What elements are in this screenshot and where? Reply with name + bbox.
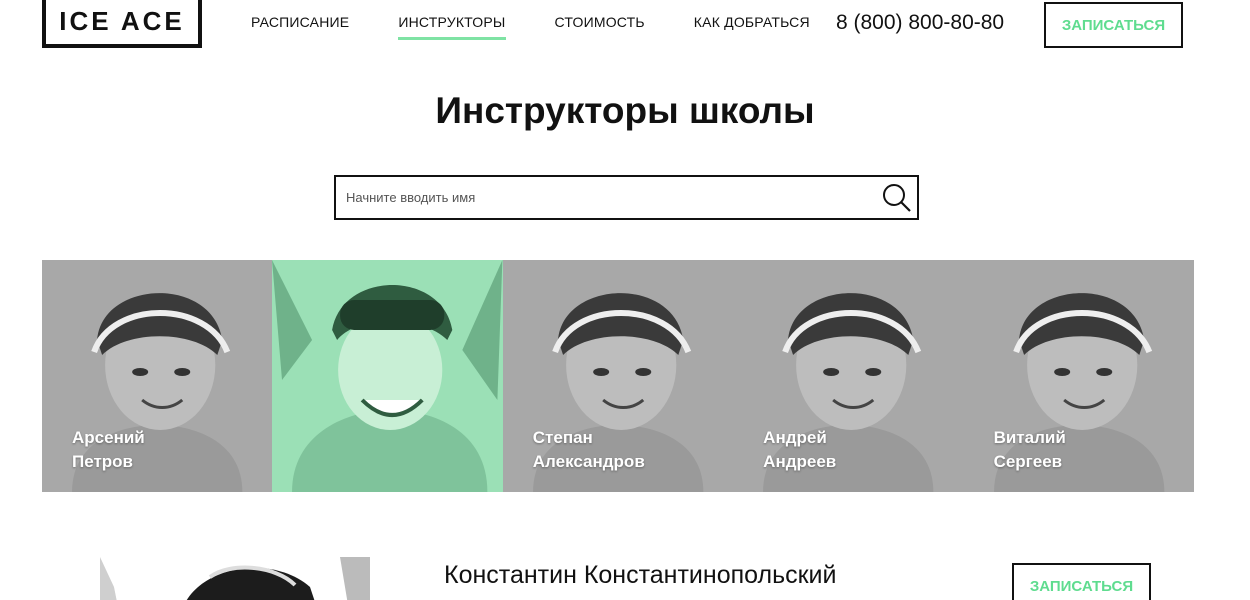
phone-number[interactable]: 8 (800) 800-80-80	[836, 11, 1004, 35]
instructor-first-name: Арсений	[72, 428, 145, 447]
nav-item-prices[interactable]: Стоимость	[555, 14, 645, 40]
detail-signup-button[interactable]: Записаться	[1012, 563, 1151, 600]
search-icon[interactable]	[881, 182, 913, 214]
search-input[interactable]	[346, 177, 866, 218]
instructor-name: Степан Александров	[533, 426, 645, 474]
instructor-card[interactable]: Виталий Сергеев	[963, 260, 1194, 492]
logo[interactable]: ICE ACE	[42, 0, 202, 48]
instructor-name: Виталий Сергеев	[994, 426, 1066, 474]
nav-item-schedule[interactable]: Расписание	[251, 14, 349, 40]
instructor-card[interactable]: Степан Александров	[502, 260, 734, 492]
instructor-card[interactable]: Арсений Петров	[42, 260, 273, 492]
instructor-first-name: Андрей	[763, 428, 827, 447]
instructor-grid: Арсений Петров Степан Александров Андрей…	[42, 260, 1194, 492]
instructor-last-name: Андреев	[763, 452, 837, 471]
instructor-card[interactable]: Андрей Андреев	[733, 260, 964, 492]
instructor-name: Андрей Андреев	[763, 426, 836, 474]
instructor-photo	[272, 260, 503, 492]
nav-item-directions[interactable]: Как добраться	[694, 14, 810, 40]
instructor-first-name: Степан	[532, 428, 593, 447]
detail-photo	[100, 557, 370, 600]
nav-item-instructors[interactable]: Инструкторы	[398, 14, 506, 40]
instructor-last-name: Петров	[72, 452, 133, 471]
page-title: Инструкторы школы	[435, 90, 815, 131]
instructor-last-name: Сергеев	[993, 452, 1063, 471]
signup-button[interactable]: Записаться	[1044, 2, 1183, 48]
detail-instructor-name: Константин Константинопольский	[444, 561, 837, 589]
instructor-name: Арсений Петров	[72, 426, 145, 474]
search-box	[334, 175, 919, 220]
instructor-last-name: Александров	[532, 452, 645, 471]
instructor-card-selected[interactable]	[272, 260, 503, 492]
instructor-first-name: Виталий	[993, 428, 1066, 447]
main-nav: Расписание Инструкторы Стоимость Как доб…	[251, 14, 859, 40]
